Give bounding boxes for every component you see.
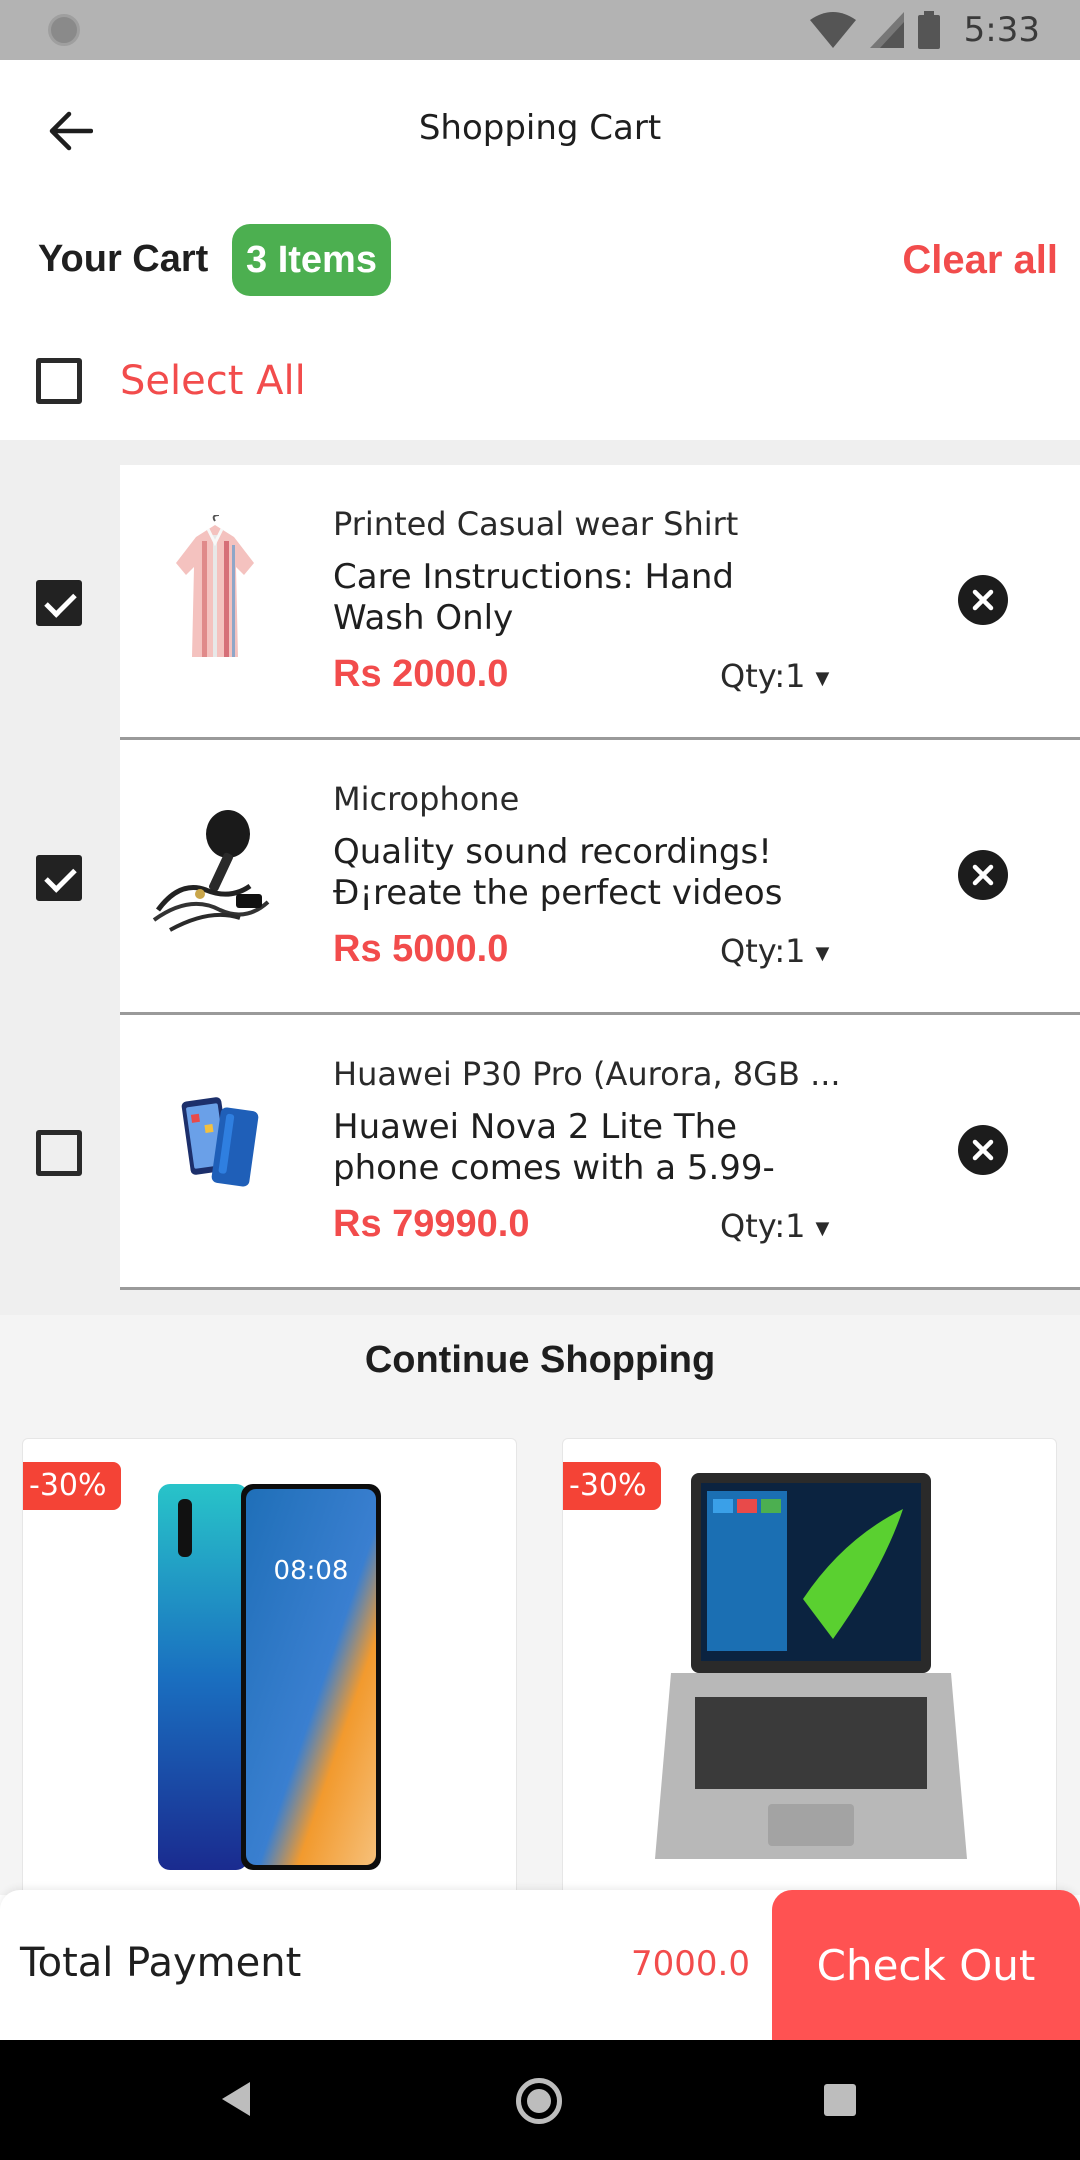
close-icon (972, 864, 994, 886)
nav-recents-icon[interactable] (824, 2084, 856, 2116)
items-count-badge: 3 Items (232, 224, 391, 296)
battery-icon (917, 11, 940, 49)
item-checkbox[interactable] (36, 580, 82, 626)
cart-header: Your Cart 3 Items Clear all (0, 200, 1080, 320)
cart-item: Microphone Quality sound recordings! Ð¡r… (0, 715, 1080, 1015)
status-bar: 5:33 (0, 0, 1080, 60)
nav-back-icon[interactable] (222, 2082, 250, 2116)
total-payment-label: Total Payment (20, 1940, 302, 1986)
item-name: Huawei P30 Pro (Aurora, 8GB ... (333, 1055, 841, 1093)
cart-item-card[interactable]: Microphone Quality sound recordings! Ð¡r… (120, 740, 1080, 1015)
cart-item-card[interactable]: Huawei P30 Pro (Aurora, 8GB ... Huawei N… (120, 1015, 1080, 1290)
total-payment-value: 7000.0 (631, 1944, 750, 1984)
discount-badge: -30% (563, 1462, 661, 1510)
caret-down-icon: ▼ (815, 667, 830, 689)
status-time: 5:33 (963, 10, 1040, 50)
item-name: Printed Casual wear Shirt (333, 505, 739, 543)
close-icon (972, 589, 994, 611)
qty-dropdown[interactable]: Qty:1 ▼ (720, 932, 829, 970)
discount-badge: -30% (23, 1462, 121, 1510)
caret-down-icon: ▼ (815, 1217, 830, 1239)
system-nav-bar (0, 2040, 1080, 2160)
item-name: Microphone (333, 780, 520, 818)
product-grid: 08:08 -30% -30% (0, 1405, 1080, 1908)
select-all-checkbox[interactable] (36, 358, 82, 404)
product-card[interactable]: -30% (562, 1438, 1057, 1908)
item-description: Huawei Nova 2 Lite The phone comes with … (333, 1107, 775, 1188)
svg-text:08:08: 08:08 (274, 1556, 349, 1586)
wifi-icon (809, 12, 856, 48)
clear-all-button[interactable]: Clear all (902, 238, 1058, 283)
page-title: Shopping Cart (418, 108, 662, 148)
checkout-bar: Total Payment 7000.0 Check Out (0, 1890, 1080, 2040)
item-checkbox[interactable] (36, 1130, 82, 1176)
select-all-label[interactable]: Select All (120, 358, 306, 404)
close-icon (972, 1139, 994, 1161)
remove-item-button[interactable] (958, 575, 1008, 625)
qty-value: Qty:1 (720, 1207, 806, 1245)
remove-item-button[interactable] (958, 850, 1008, 900)
item-checkbox[interactable] (36, 855, 82, 901)
checkout-button[interactable]: Check Out (772, 1890, 1080, 2040)
shirt-image (176, 515, 254, 657)
continue-shopping-header: Continue Shopping (0, 1315, 1080, 1405)
item-description: Care Instructions: Hand Wash Only (333, 557, 735, 638)
cart-item: Printed Casual wear Shirt Care Instructi… (0, 440, 1080, 740)
remove-item-button[interactable] (958, 1125, 1008, 1175)
phone-image (181, 1097, 259, 1187)
app-bar: Shopping Cart (0, 60, 1080, 200)
status-icons: 5:33 (809, 8, 1040, 52)
item-description: Quality sound recordings! Ð¡reate the pe… (333, 832, 783, 913)
product-card[interactable]: 08:08 -30% (22, 1438, 517, 1908)
nav-home-icon[interactable] (516, 2078, 562, 2124)
notification-dot-icon (48, 14, 80, 46)
microphone-image (152, 810, 270, 932)
item-price: Rs 79990.0 (333, 1203, 530, 1245)
cart-item: Huawei P30 Pro (Aurora, 8GB ... Huawei N… (0, 990, 1080, 1290)
cart-list: Printed Casual wear Shirt Care Instructi… (0, 440, 1080, 1315)
cart-item-card[interactable]: Printed Casual wear Shirt Care Instructi… (120, 465, 1080, 740)
continue-shopping-title: Continue Shopping (364, 1339, 716, 1381)
your-cart-label: Your Cart (38, 238, 209, 280)
qty-dropdown[interactable]: Qty:1 ▼ (720, 657, 829, 695)
item-price: Rs 2000.0 (333, 653, 509, 695)
qty-dropdown[interactable]: Qty:1 ▼ (720, 1207, 829, 1245)
cell-signal-icon (869, 12, 904, 48)
qty-value: Qty:1 (720, 932, 806, 970)
select-all-row[interactable]: Select All (0, 320, 1080, 440)
item-price: Rs 5000.0 (333, 928, 509, 970)
caret-down-icon: ▼ (815, 942, 830, 964)
qty-value: Qty:1 (720, 657, 806, 695)
